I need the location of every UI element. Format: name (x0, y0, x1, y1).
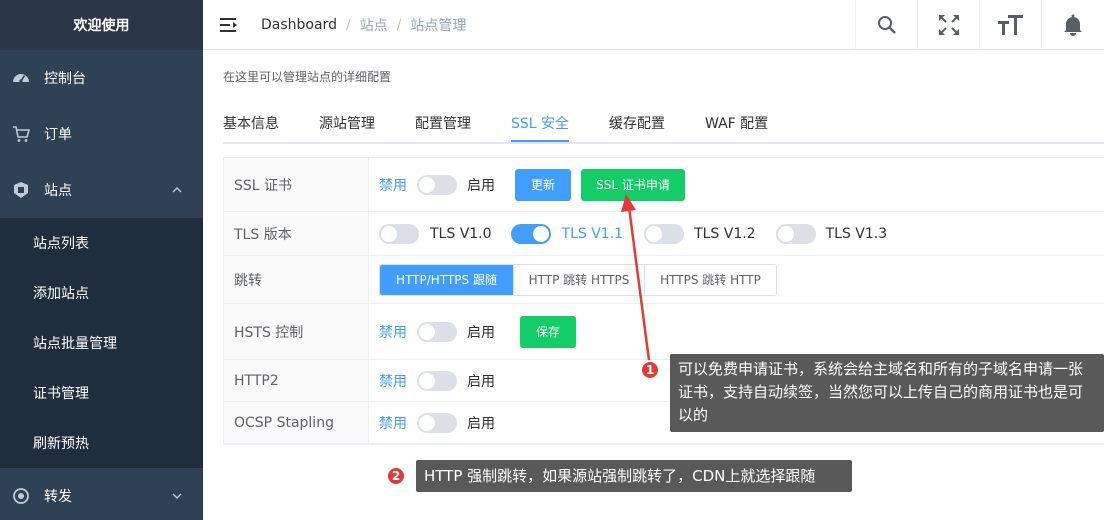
annotation-arrow-head (621, 194, 636, 212)
annotation-arrow-layer (621, 194, 652, 369)
annotation-arrow-line (627, 206, 652, 369)
annotation-tooltip-1: 可以免费申请证书，系统会给主域名和所有的子域名申请一张证书，支持自动续签，当然您… (670, 354, 1104, 432)
annotation-badge-2: 2 (386, 466, 406, 486)
annotation-badge-1: 1 (640, 360, 660, 380)
annotation-tooltip-2: HTTP 强制跳转，如果源站强制跳转了，CDN上就选择跟随 (416, 460, 852, 492)
